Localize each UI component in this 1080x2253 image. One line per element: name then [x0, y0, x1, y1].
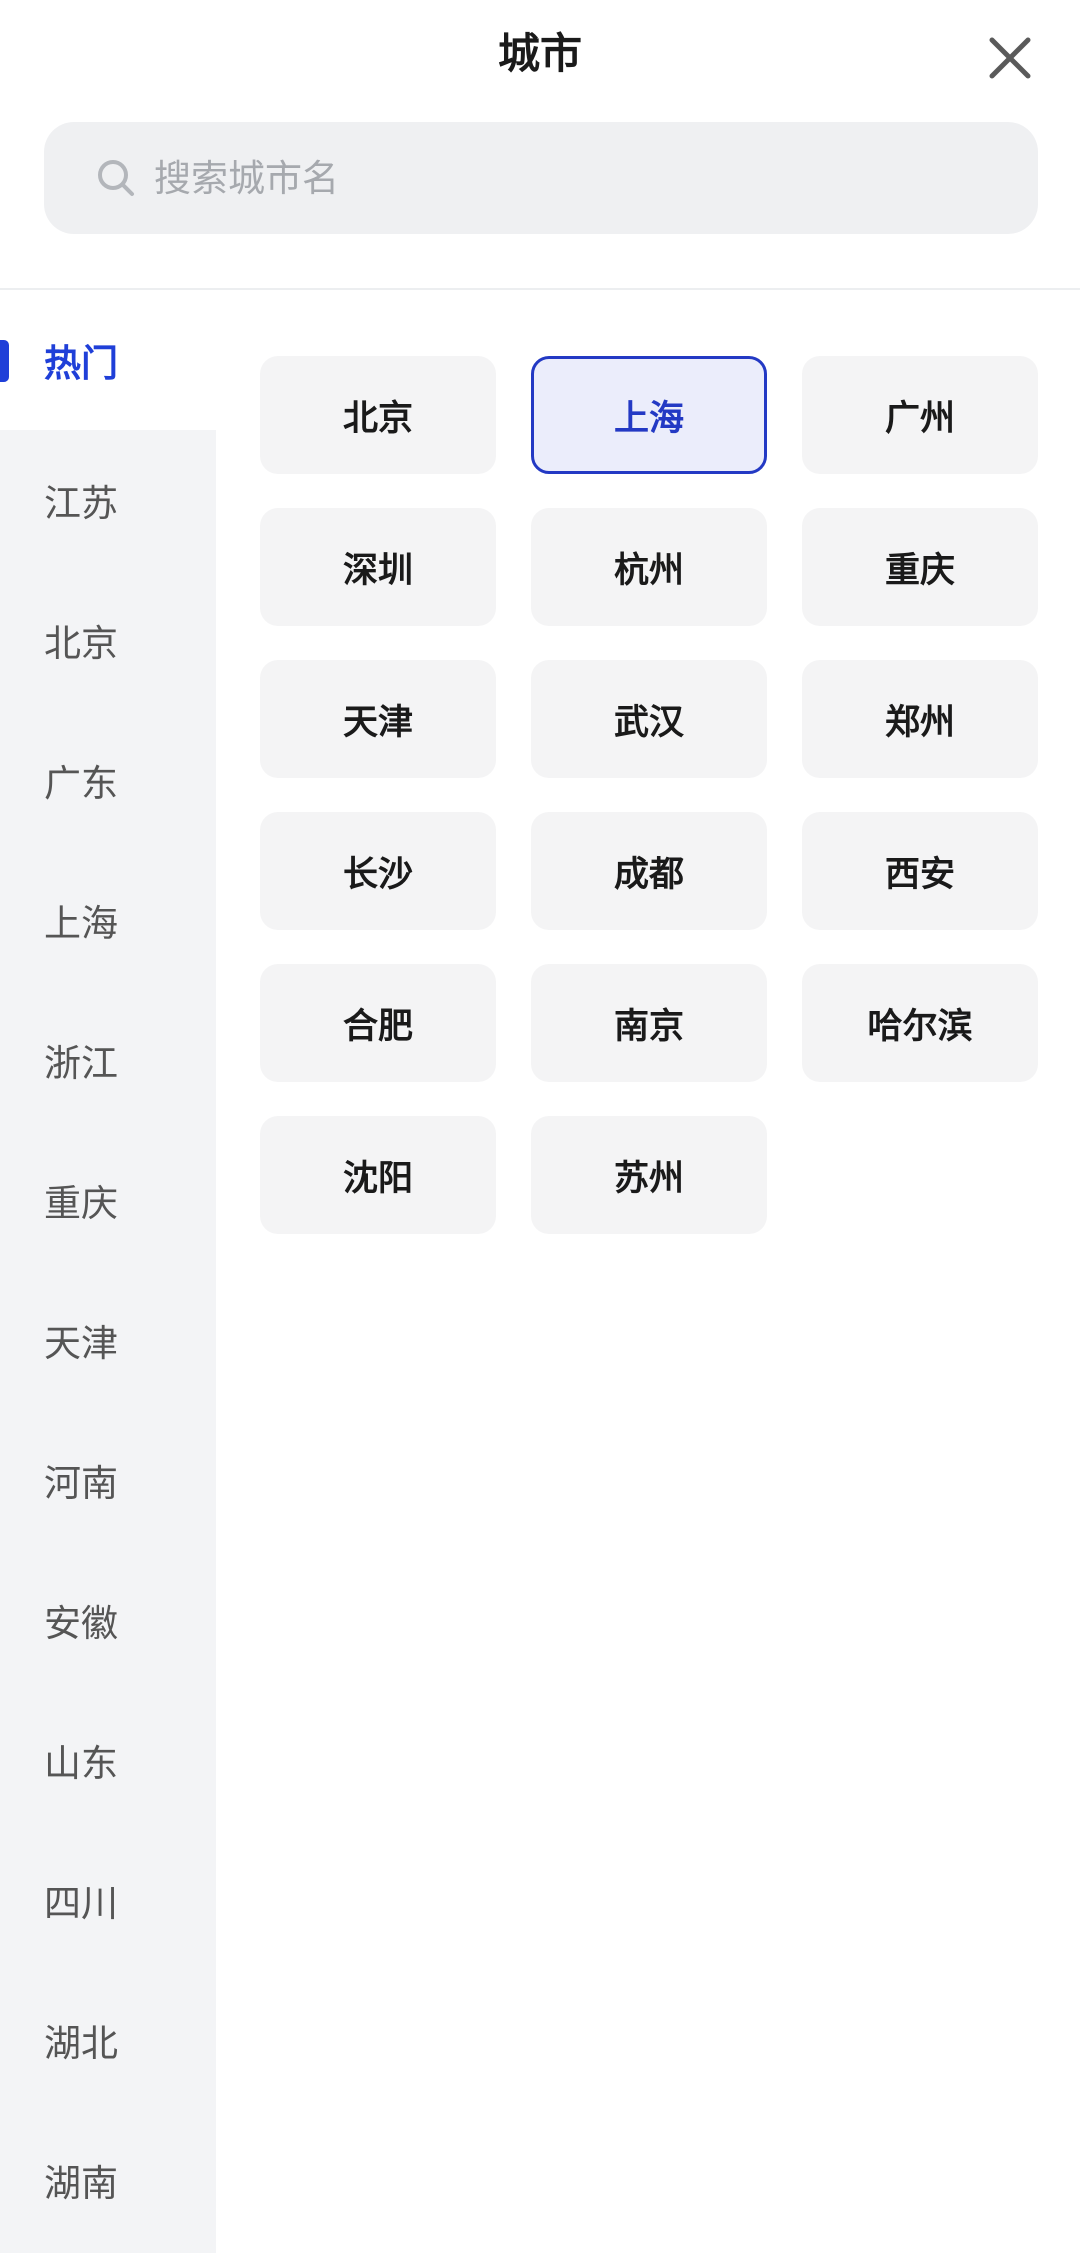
close-icon	[989, 37, 1031, 79]
city-button[interactable]: 沈阳	[260, 1116, 496, 1234]
city-button[interactable]: 北京	[260, 356, 496, 474]
city-picker-page: 城市 热门江苏北京广东上海浙江重庆天津河南安徽山东四川湖北湖南 北京上海广州深圳…	[0, 0, 1080, 2253]
sidebar-item-7[interactable]: 天津	[0, 1270, 216, 1410]
search-bar[interactable]	[44, 122, 1038, 234]
city-grid: 北京 上海 广州深圳 杭州 重庆天津 武汉 郑州长沙 成都 西安合肥 南京 哈尔滨沈阳 苏州	[260, 356, 1038, 1234]
city-button[interactable]: 哈尔滨	[802, 964, 1038, 1082]
city-button[interactable]: 重庆	[802, 508, 1038, 626]
sidebar-item-12[interactable]: 湖北	[0, 1970, 216, 2110]
sidebar-item-13[interactable]: 湖南	[0, 2110, 216, 2250]
city-button[interactable]: 杭州	[531, 508, 767, 626]
city-button[interactable]: 上海	[531, 356, 767, 474]
city-button[interactable]: 西安	[802, 812, 1038, 930]
sidebar-item-0[interactable]: 热门	[0, 290, 216, 430]
page-title: 城市	[497, 29, 582, 78]
sidebar-item-11[interactable]: 四川	[0, 1830, 216, 1970]
close-button[interactable]	[982, 30, 1038, 86]
sidebar-item-6[interactable]: 重庆	[0, 1130, 216, 1270]
city-button[interactable]: 深圳	[260, 508, 496, 626]
sidebar-item-10[interactable]: 山东	[0, 1690, 216, 1830]
city-button[interactable]: 广州	[802, 356, 1038, 474]
city-button[interactable]: 成都	[531, 812, 767, 930]
search-input[interactable]	[154, 156, 974, 200]
sidebar-item-3[interactable]: 广东	[0, 710, 216, 850]
sidebar-item-4[interactable]: 上海	[0, 850, 216, 990]
sidebar-item-8[interactable]: 河南	[0, 1410, 216, 1550]
sidebar-item-9[interactable]: 安徽	[0, 1550, 216, 1690]
sidebar-item-2[interactable]: 北京	[0, 570, 216, 710]
sidebar-item-5[interactable]: 浙江	[0, 990, 216, 1130]
header: 城市	[0, 0, 1080, 112]
city-button[interactable]: 郑州	[802, 660, 1038, 778]
province-sidebar: 热门 江苏 北京 广东 上海 浙江 重庆 天津 河南 安徽 山东 四川 湖北 湖南	[0, 290, 216, 2253]
search-icon	[92, 154, 140, 202]
city-button[interactable]: 苏州	[531, 1116, 767, 1234]
city-button[interactable]: 长沙	[260, 812, 496, 930]
city-button[interactable]: 南京	[531, 964, 767, 1082]
city-button[interactable]: 武汉	[531, 660, 767, 778]
city-button[interactable]: 天津	[260, 660, 496, 778]
city-button[interactable]: 合肥	[260, 964, 496, 1082]
sidebar-item-1[interactable]: 江苏	[0, 430, 216, 570]
